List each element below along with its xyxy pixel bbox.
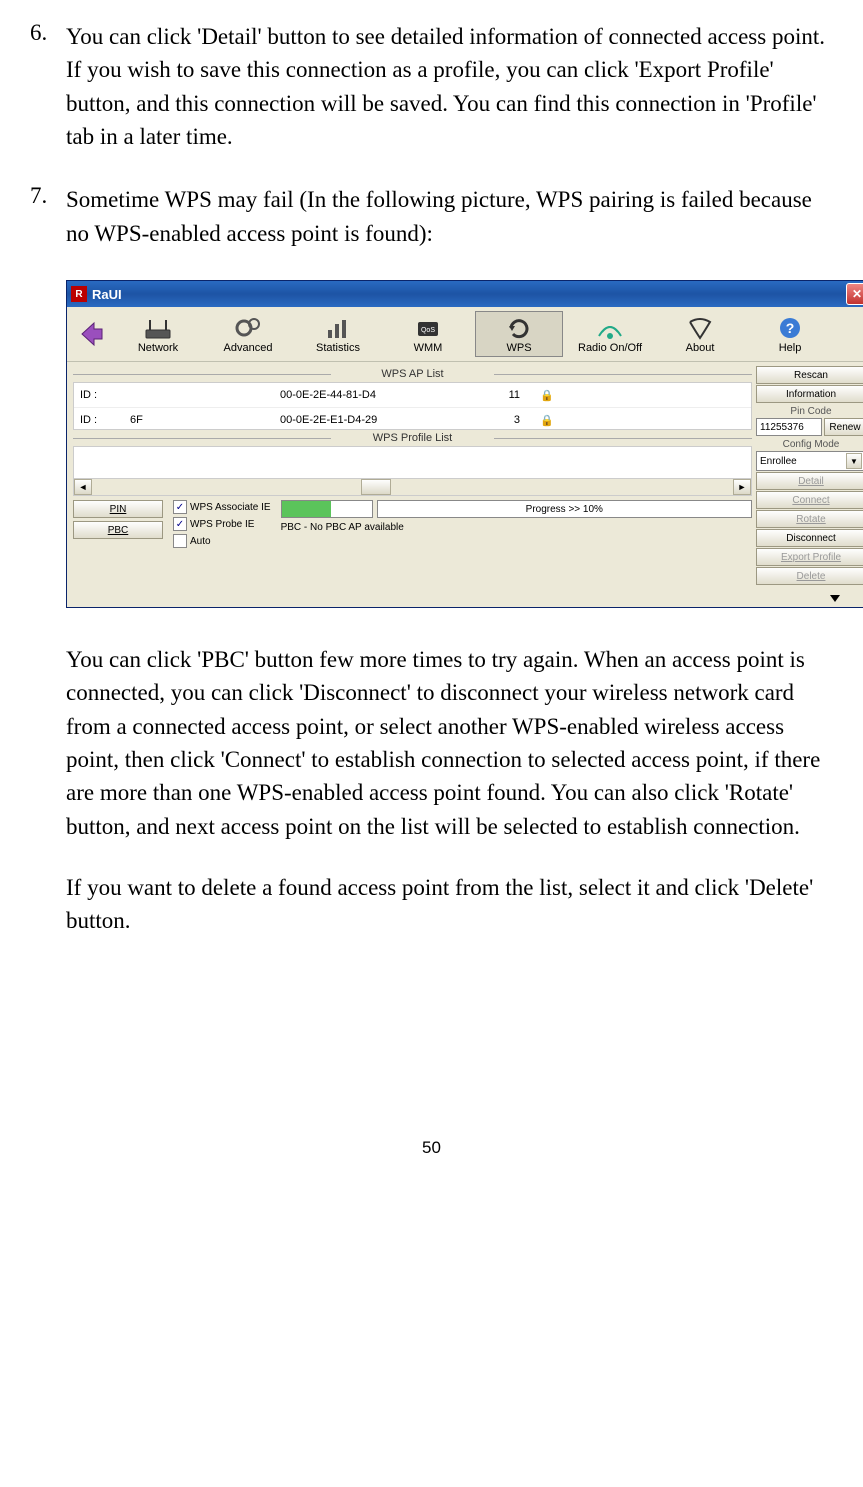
pbc-button[interactable]: PBC: [73, 521, 163, 539]
config-mode-select[interactable]: Enrollee ▼: [756, 451, 863, 471]
disconnect-button[interactable]: Disconnect: [756, 529, 863, 547]
profile-list-label: WPS Profile List: [73, 432, 752, 444]
gears-icon: [230, 314, 266, 342]
toolbar-radio[interactable]: Radio On/Off: [567, 312, 653, 356]
list-number: 6.: [30, 20, 66, 153]
back-arrow-icon[interactable]: [75, 316, 107, 352]
delete-button[interactable]: Delete: [756, 567, 863, 585]
rescan-button[interactable]: Rescan: [756, 366, 863, 384]
app-icon: R: [71, 286, 87, 302]
titlebar: R RaUI ✕: [67, 281, 863, 307]
window-title: RaUI: [92, 287, 846, 302]
toolbar-wps[interactable]: WPS: [475, 311, 563, 357]
close-button[interactable]: ✕: [846, 283, 863, 305]
main-panel: WPS AP List ID : 00-0E-2E-44-81-D4 11 🔒 …: [73, 366, 752, 585]
progress-bar: [281, 500, 373, 518]
toolbar: Network Advanced Statistics QoS WMM WPS …: [67, 307, 863, 362]
renew-button[interactable]: Renew: [824, 418, 863, 436]
pin-button[interactable]: PIN: [73, 500, 163, 518]
list-item-6: 6. You can click 'Detail' button to see …: [30, 20, 833, 153]
bottom-controls: PIN PBC ✓WPS Associate IE ✓WPS Probe IE …: [73, 500, 752, 548]
refresh-icon: [501, 314, 537, 342]
toolbar-network[interactable]: Network: [115, 312, 201, 356]
list-item-7: 7. Sometime WPS may fail (In the followi…: [30, 183, 833, 250]
auto-checkbox[interactable]: Auto: [173, 534, 271, 548]
scroll-left-button[interactable]: ◄: [74, 479, 92, 495]
config-mode-label: Config Mode: [756, 439, 863, 450]
ap-row[interactable]: ID : 6F 00-0E-2E-E1-D4-29 3 🔒: [74, 408, 751, 432]
router-icon: [140, 314, 176, 342]
information-button[interactable]: Information: [756, 385, 863, 403]
pin-code-field[interactable]: 11255376: [756, 418, 822, 436]
side-panel: Rescan Information Pin Code 11255376 Ren…: [756, 366, 863, 585]
checkbox-icon: ✓: [173, 500, 187, 514]
svg-text:QoS: QoS: [421, 327, 435, 334]
checkbox-icon: ✓: [173, 517, 187, 531]
toolbar-help[interactable]: ? Help: [747, 312, 833, 356]
list-text: Sometime WPS may fail (In the following …: [66, 183, 833, 250]
scroll-right-button[interactable]: ►: [733, 479, 751, 495]
wps-probe-checkbox[interactable]: ✓WPS Probe IE: [173, 517, 271, 531]
about-icon: [682, 314, 718, 342]
status-text: PBC - No PBC AP available: [281, 520, 752, 535]
scroll-thumb[interactable]: [361, 479, 391, 495]
help-icon: ?: [772, 314, 808, 342]
ap-list-label: WPS AP List: [73, 368, 752, 380]
progress-text: Progress >> 10%: [377, 500, 752, 518]
detail-button[interactable]: Detail: [756, 472, 863, 490]
ap-row[interactable]: ID : 00-0E-2E-44-81-D4 11 🔒: [74, 383, 751, 408]
pin-code-label: Pin Code: [756, 406, 863, 417]
wps-associate-checkbox[interactable]: ✓WPS Associate IE: [173, 500, 271, 514]
rotate-button[interactable]: Rotate: [756, 510, 863, 528]
lock-icon: 🔒: [540, 414, 560, 427]
paragraph: You can click 'PBC' button few more time…: [66, 643, 833, 843]
page-number: 50: [30, 1138, 833, 1158]
list-text: You can click 'Detail' button to see det…: [66, 20, 833, 153]
list-number: 7.: [30, 183, 66, 250]
lock-icon: 🔒: [540, 389, 560, 402]
radio-icon: [592, 314, 628, 342]
screenshot: R RaUI ✕ Network Advanced Statistics QoS: [66, 280, 833, 608]
qos-icon: QoS: [410, 314, 446, 342]
toolbar-advanced[interactable]: Advanced: [205, 312, 291, 356]
horizontal-scrollbar[interactable]: ◄ ►: [74, 478, 751, 495]
toolbar-about[interactable]: About: [657, 312, 743, 356]
profile-list[interactable]: ◄ ►: [73, 446, 752, 496]
svg-text:?: ?: [786, 320, 795, 336]
scroll-track[interactable]: [92, 479, 733, 495]
raui-window: R RaUI ✕ Network Advanced Statistics QoS: [66, 280, 863, 608]
export-profile-button[interactable]: Export Profile: [756, 548, 863, 566]
chart-icon: [320, 314, 356, 342]
expand-arrow-icon[interactable]: [67, 593, 863, 607]
toolbar-wmm[interactable]: QoS WMM: [385, 312, 471, 356]
chevron-down-icon: ▼: [846, 453, 862, 469]
connect-button[interactable]: Connect: [756, 491, 863, 509]
toolbar-statistics[interactable]: Statistics: [295, 312, 381, 356]
checkbox-icon: [173, 534, 187, 548]
paragraph: If you want to delete a found access poi…: [66, 871, 833, 938]
content-area: WPS AP List ID : 00-0E-2E-44-81-D4 11 🔒 …: [67, 362, 863, 593]
ap-list[interactable]: ID : 00-0E-2E-44-81-D4 11 🔒 ID : 6F 00-0…: [73, 382, 752, 430]
